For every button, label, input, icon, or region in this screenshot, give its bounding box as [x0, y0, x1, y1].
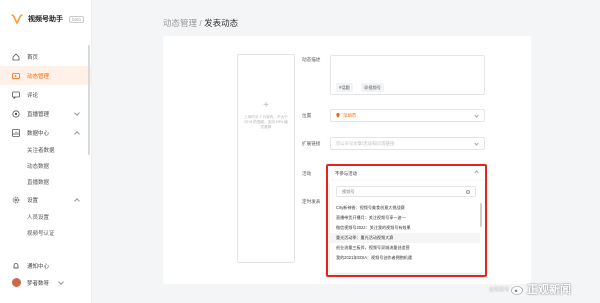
comment-icon — [12, 91, 20, 99]
chevron-down-icon — [474, 113, 479, 118]
sidebar-item-data[interactable]: 数据中心 — [0, 123, 91, 142]
sidebar-subitem-followers[interactable]: 关注者数据 — [0, 142, 91, 158]
chevron-down-icon — [74, 110, 80, 116]
sidebar-subitem-members[interactable]: 人员设置 — [0, 209, 91, 225]
sidebar-item-home[interactable]: 首页 — [0, 47, 91, 66]
location-label: 位置 — [302, 113, 312, 118]
sidebar-bottom: 通知中心 梦者数呀 — [0, 257, 91, 291]
chevron-up-icon — [74, 198, 80, 204]
sidebar: 视频号助手 beta 首页 动态管理 评论 直播管理 数据中心 关注者数据 动态… — [0, 0, 92, 303]
chart-icon — [12, 128, 20, 137]
sidebar-nav: 首页 动态管理 评论 直播管理 数据中心 关注者数据 动态数据 直播数据 设置 … — [0, 47, 91, 241]
sidebar-item-label: 设置 — [27, 197, 39, 204]
link-placeholder: 仅公众号文章/活动/知识等链接 — [336, 140, 395, 146]
sidebar-item-label: 直播管理 — [27, 111, 50, 118]
beta-badge: beta — [69, 15, 84, 23]
gear-icon — [12, 196, 20, 203]
chevron-down-icon — [58, 278, 64, 285]
sidebar-item-label: 评论 — [27, 92, 39, 99]
bell-icon — [13, 262, 19, 268]
breadcrumb: 动态管理 / 发表动态 — [163, 17, 238, 29]
sidebar-subitem-verification[interactable]: 视频号认证 — [0, 225, 91, 241]
plus-icon: + — [263, 100, 269, 111]
breadcrumb-parent[interactable]: 动态管理 — [163, 18, 197, 28]
watermark-small: @搜狐号 — [489, 287, 510, 293]
app-root: 视频号助手 beta 首页 动态管理 评论 直播管理 数据中心 关注者数据 动态… — [0, 0, 600, 303]
sidebar-subitem-live-data[interactable]: 直播数据 — [0, 174, 91, 190]
chevron-down-icon — [474, 141, 479, 146]
chevron-up-icon — [74, 131, 80, 137]
location-value: 深圳市 — [343, 112, 357, 118]
description-textarea[interactable]: #话题 @视频号 — [330, 55, 485, 95]
account-row[interactable]: 梦者数呀 — [0, 274, 91, 291]
notification-center[interactable]: 通知中心 — [0, 257, 91, 274]
sidebar-item-comments[interactable]: 评论 — [0, 85, 91, 104]
weibo-logo-icon — [511, 285, 523, 295]
link-input[interactable]: 仅公众号文章/活动/知识等链接 — [330, 137, 485, 150]
activity-label: 活动 — [302, 171, 312, 176]
sidebar-subitem-post-data[interactable]: 动态数据 — [0, 158, 91, 174]
mention-tag-button[interactable]: @视频号 — [361, 83, 384, 92]
page-title: 发表动态 — [204, 18, 239, 28]
topic-tag-button[interactable]: #话题 — [336, 83, 353, 92]
watermark: 正观新闻 — [511, 281, 571, 297]
sidebar-item-settings[interactable]: 设置 — [0, 190, 91, 209]
watermark-text: 正观新闻 — [527, 284, 571, 296]
desc-label: 动态描述 — [302, 57, 321, 62]
link-label: 扩展链接 — [302, 141, 321, 146]
live-icon — [12, 109, 20, 118]
account-name: 梦者数呀 — [27, 280, 50, 287]
location-pin-icon — [336, 113, 340, 118]
highlight-box — [326, 164, 487, 277]
upload-tip: 上传时长 1 分钟内、不大于 20 M 的视频，支持 MP4 格式推荐 — [244, 115, 288, 129]
video-icon — [12, 72, 20, 79]
sidebar-item-label: 数据中心 — [27, 130, 50, 137]
brand-name: 视频号助手 — [28, 16, 63, 23]
avatar — [12, 278, 21, 287]
sidebar-item-label: 首页 — [27, 54, 39, 61]
location-select[interactable]: 深圳市 — [330, 109, 485, 122]
video-upload-area[interactable]: + 上传时长 1 分钟内、不大于 20 M 的视频，支持 MP4 格式推荐 — [237, 54, 295, 263]
sidebar-item-posts[interactable]: 动态管理 — [0, 66, 91, 85]
channels-logo-icon — [11, 14, 23, 25]
notification-label: 通知中心 — [27, 263, 50, 270]
schedule-label: 定时发表 — [302, 199, 321, 204]
sidebar-scrollbar[interactable] — [88, 45, 90, 155]
home-icon — [12, 52, 20, 60]
sidebar-item-label: 动态管理 — [27, 73, 50, 80]
brand: 视频号助手 beta — [10, 12, 84, 26]
sidebar-item-live[interactable]: 直播管理 — [0, 104, 91, 123]
